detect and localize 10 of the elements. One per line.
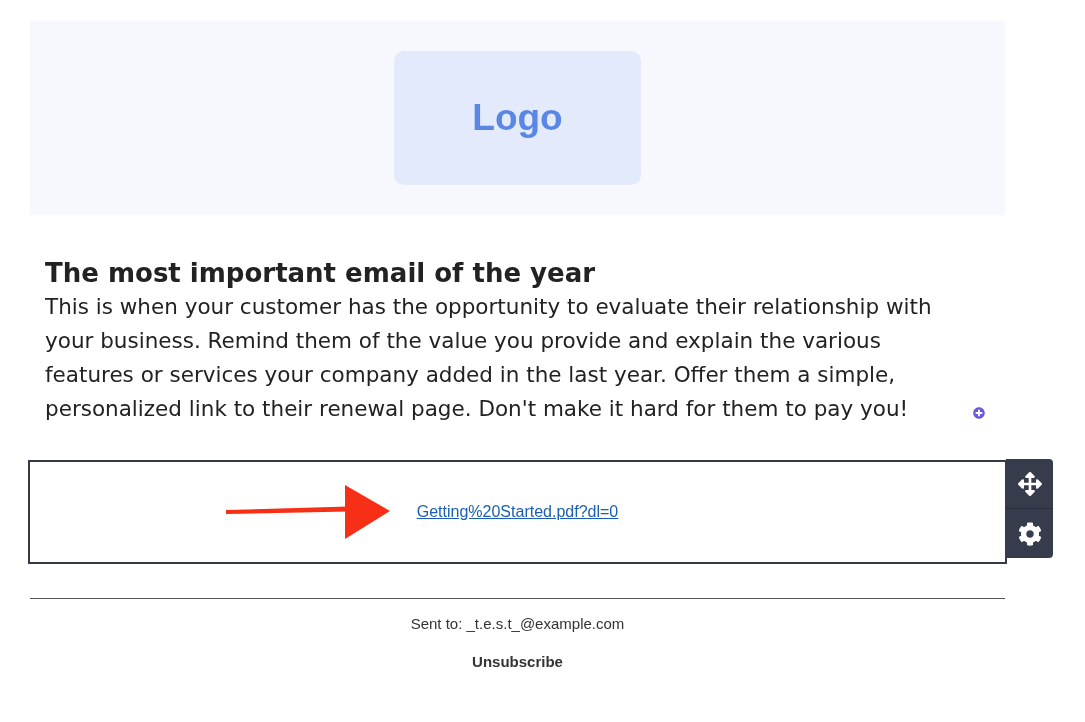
sent-to-text: Sent to: _t.e.s.t_@example.com [410, 615, 625, 633]
add-icon[interactable] [973, 407, 985, 419]
unsubscribe-link[interactable]: Unsubscribe [472, 653, 563, 671]
email-heading: The most important email of the year [45, 257, 597, 290]
arrow-icon [224, 483, 392, 541]
settings-icon [1017, 521, 1042, 546]
email-body-text: This is when your customer has the opportunity to evaluate their relationship with your business. Remind them of the value you provide and explain the various features or services your company added in the last year. Offer them a simple, personalized link to their renewal page. Don't make it hard for them to pay you! [45, 293, 933, 423]
move-arrows-icon [1017, 471, 1042, 496]
file-link[interactable]: Getting%20Started.pdf?dl=0 [416, 500, 619, 524]
logo: Logo [394, 51, 641, 185]
